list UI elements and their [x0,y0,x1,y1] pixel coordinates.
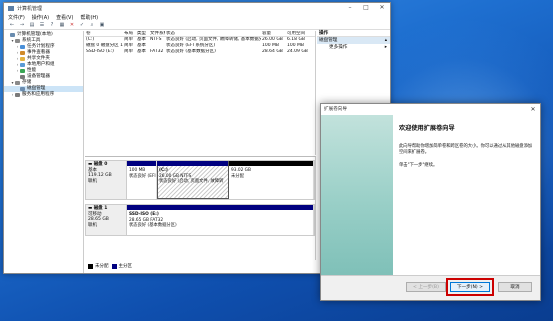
legend-unallocated: 未分配 [95,264,109,269]
close-icon[interactable]: ✕ [374,3,390,13]
wizard-side-banner [321,115,393,275]
col-filesystem[interactable]: 文件系统 [149,31,165,36]
extend-volume-wizard: 扩展卷向导 ✕ 欢迎使用扩展卷向导 此向导帮助你增加简单卷和跨区卷的大小。你可以… [320,103,541,301]
disk-info: 联机 [88,178,97,184]
disk-legend: 未分配 主分区 [85,262,132,270]
node-icon [20,51,25,55]
partition-info: 未分配 [231,173,244,179]
menu-view[interactable]: 查看(V) [56,14,73,21]
disk-row: ▬ 磁盘 1 可移动 28.65 GB 联机 SSD-ISO (E:) 28.65 GB … [85,204,315,236]
menu-bar: 文件(F) 操作(A) 查看(V) 帮助(H) [4,13,390,21]
partition-info: 状态良好 (EFI [129,173,156,179]
partition[interactable]: SSD-ISO (E:) 28.65 GB FAT32 状态良好 (基本数据分区) [127,205,314,235]
table-cell: SSD-ISO (E:) [86,49,114,54]
settings-icon[interactable]: ▣ [98,22,106,29]
minimize-icon[interactable]: – [342,3,358,13]
node-icon [20,57,25,61]
toolbar: ← → ▤ ☰ ? ▦ ✕ ✓ ⌕ ▣ [4,21,390,30]
disk-name: 磁盘 1 [93,206,108,211]
partition-info: 状态良好 (启动, 页面文件, 故障转 [159,179,224,184]
collapse-icon: ▴ [384,38,387,43]
check-icon[interactable]: ✓ [78,22,86,29]
node-icon [20,45,25,49]
disk-info: 联机 [88,222,97,228]
back-button[interactable]: < 上一步(B) [406,282,446,292]
partition[interactable]: 93.02 GB 未分配 [229,161,314,199]
chevron-right-icon: ▸ [384,45,387,50]
table-cell: FAT32 [150,49,164,54]
table-cell: 基本 [137,49,146,54]
legend-swatch-primary [111,263,117,269]
delete-icon[interactable]: ✕ [68,22,76,29]
app-icon [8,5,14,11]
node-icon [15,93,20,97]
help-icon[interactable]: ? [48,22,56,29]
next-button[interactable]: 下一步(N) > [445,278,495,296]
wizard-description: 此向导帮助你增加简单卷和跨区卷的大小。你可以通过从其他磁盘添加空间来扩展卷。 [399,144,533,155]
tree-item[interactable]: › 服务和应用程序 [4,92,83,98]
legend-swatch-unallocated [88,263,93,269]
disk-label[interactable]: ▬ 磁盘 1 可移动 28.65 GB 联机 [85,204,127,236]
actions-section-disk-management[interactable]: 磁盘管理 ▴ [317,37,390,44]
disk-label[interactable]: ▬ 磁盘 0 基本 119.12 GB 联机 [85,160,127,200]
cancel-button[interactable]: 取消 [498,282,532,292]
partition[interactable]: 100 MB 状态良好 (EFI [127,161,157,199]
col-free-space[interactable]: 可用空间 [286,31,314,36]
menu-file[interactable]: 文件(F) [8,14,25,21]
node-icon [20,69,25,73]
table-cell: 状态良好 (基本数据分区) [166,49,216,54]
disk-name: 磁盘 0 [93,162,108,167]
navigation-tree: 计算机管理(本地) ▾ 系统工具 › 任务计划程序 › 事件查看器 › 共享文件夹 › 本地用户和组… [4,31,84,273]
forward-icon[interactable]: → [18,22,26,29]
partition-bar [127,205,313,210]
node-icon [20,63,25,67]
node-icon [10,33,15,37]
back-icon[interactable]: ← [8,22,16,29]
partition-bar [229,161,313,166]
actions-section-label: 磁盘管理 [319,38,338,43]
wizard-body: 欢迎使用扩展卷向导 此向导帮助你增加简单卷和跨区卷的大小。你可以通过从其他磁盘添… [321,115,540,276]
search-icon[interactable]: ⌕ [88,22,96,29]
col-capacity[interactable]: 容量 [261,31,286,36]
partition-info: 状态良好 (基本数据分区) [129,223,177,228]
node-icon [20,75,25,79]
menu-help[interactable]: 帮助(H) [80,14,98,21]
folder-icon[interactable]: ▤ [28,22,36,29]
col-type[interactable]: 类型 [136,31,149,36]
table-row[interactable]: SSD-ISO (E:) 简单 基本 FAT32 状态良好 (基本数据分区) 28.64 … [85,49,315,55]
list-icon[interactable]: ☰ [38,22,46,29]
partition-bar [157,161,228,166]
node-icon [15,39,20,43]
node-icon [20,87,25,91]
maximize-icon[interactable]: □ [358,3,374,13]
close-icon[interactable]: ✕ [526,104,540,115]
table-cell: 简单 [124,49,133,54]
more-actions[interactable]: 更多操作 ▸ [317,44,390,51]
wizard-title: 扩展卷向导 [324,107,347,112]
partition-bar [127,161,156,166]
disk-map: ▬ 磁盘 0 基本 119.12 GB 联机 100 MB 状态良好 (EFI (C:) 26… [85,156,316,260]
window-title: 计算机管理 [17,5,43,12]
more-actions-label: 更多操作 [329,45,348,50]
title-bar: 计算机管理 – □ ✕ [4,3,390,13]
partition[interactable]: (C:) 26.00 GB NTFS 状态良好 (启动, 页面文件, 故障转 [157,161,229,199]
menu-action[interactable]: 操作(A) [32,14,49,21]
table-cell: 24.09 GB [287,49,308,54]
volume-list: 卷 布局 类型 文件系统 状态 容量 可用空间 (C:)简单基本NTFS状态良好… [85,31,316,155]
col-layout[interactable]: 布局 [123,31,136,36]
wizard-title-bar: 扩展卷向导 ✕ [321,104,540,115]
properties-icon[interactable]: ▦ [58,22,66,29]
table-cell: 28.64 GB [262,49,283,54]
wizard-instruction: 单击"下一步"继续。 [399,163,438,168]
disk-row: ▬ 磁盘 0 基本 119.12 GB 联机 100 MB 状态良好 (EFI (C:) 26… [85,160,315,200]
col-volume[interactable]: 卷 [85,31,123,36]
tree-item-label: 服务和应用程序 [22,92,55,97]
wizard-heading: 欢迎使用扩展卷向导 [399,125,455,132]
legend-primary: 主分区 [118,264,133,269]
node-icon [15,81,20,85]
col-status[interactable]: 状态 [165,31,261,36]
